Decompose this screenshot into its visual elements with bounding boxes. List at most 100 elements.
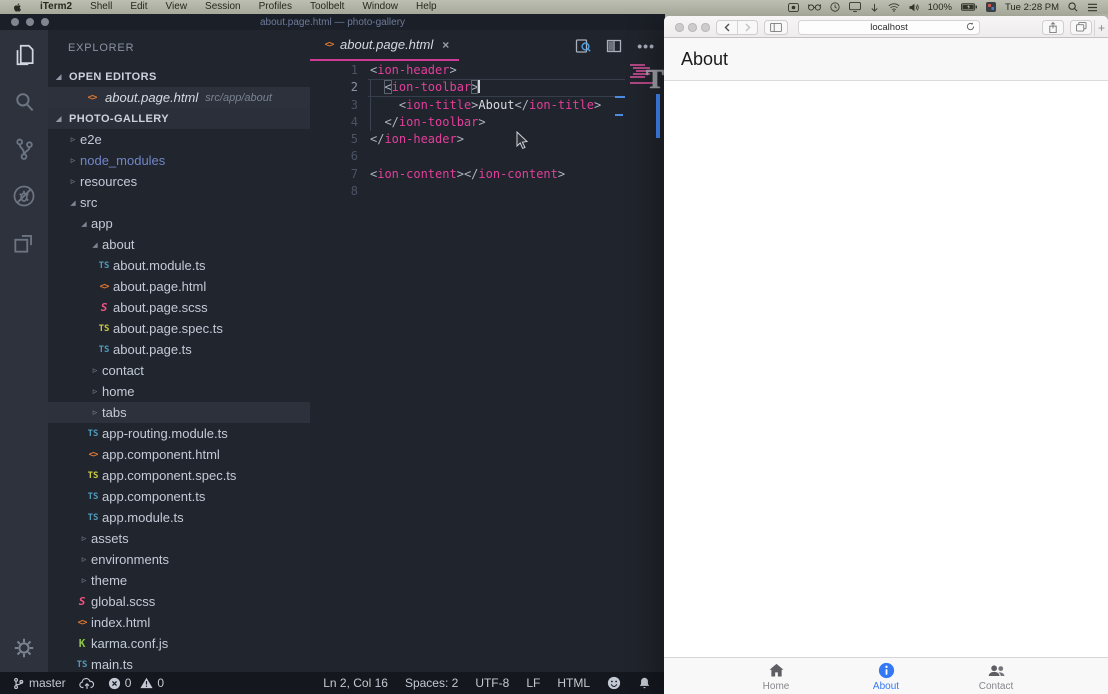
keyboard-brightness-icon[interactable] — [870, 3, 879, 12]
back-button[interactable] — [717, 21, 737, 34]
tree-item-theme[interactable]: ▹theme — [48, 570, 310, 591]
menu-item-help[interactable]: Help — [407, 0, 446, 14]
close-window-button[interactable] — [675, 23, 684, 32]
file-encoding[interactable]: UTF-8 — [475, 676, 509, 690]
zoom-window-button[interactable] — [701, 23, 710, 32]
ionic-tab-home[interactable]: Home — [721, 658, 831, 694]
tree-item-resources[interactable]: ▹resources — [48, 171, 310, 192]
menu-item-shell[interactable]: Shell — [81, 0, 121, 14]
screen-record-icon[interactable] — [788, 3, 799, 12]
tree-item-karma.conf.js[interactable]: Kkarma.conf.js — [48, 633, 310, 654]
menu-item-window[interactable]: Window — [353, 0, 407, 14]
chevron-collapsed-icon: ▹ — [79, 554, 89, 565]
spotlight-icon[interactable] — [1068, 2, 1078, 12]
extensions-icon[interactable] — [11, 230, 37, 256]
tree-item-about.page.html[interactable]: <>about.page.html — [48, 276, 310, 297]
open-editors-header[interactable]: ◢ OPEN EDITORS — [48, 66, 310, 87]
project-header[interactable]: ◢ PHOTO-GALLERY — [48, 108, 310, 129]
indentation-setting[interactable]: Spaces: 2 — [405, 676, 458, 690]
tree-item-app[interactable]: ◢app — [48, 213, 310, 234]
code-line-1[interactable]: 1<ion-header> — [310, 62, 665, 79]
menu-item-profiles[interactable]: Profiles — [250, 0, 301, 14]
more-actions-icon[interactable]: ••• — [637, 38, 655, 54]
tree-item-src[interactable]: ◢src — [48, 192, 310, 213]
split-editor-icon[interactable] — [606, 38, 622, 54]
menu-item-edit[interactable]: Edit — [121, 0, 156, 14]
minimize-window-button[interactable] — [26, 18, 34, 26]
tree-item-home[interactable]: ▹home — [48, 381, 310, 402]
tree-item-about.page.ts[interactable]: TSabout.page.ts — [48, 339, 310, 360]
tree-item-contact[interactable]: ▹contact — [48, 360, 310, 381]
sidebar-toggle-button[interactable] — [764, 20, 788, 35]
publish-changes-icon[interactable] — [79, 677, 95, 690]
tree-item-about.page.spec.ts[interactable]: TSabout.page.spec.ts — [48, 318, 310, 339]
menu-item-toolbelt[interactable]: Toolbelt — [301, 0, 353, 14]
menu-item-app[interactable]: iTerm2 — [31, 0, 81, 14]
wifi-icon[interactable] — [888, 3, 900, 12]
tree-item-global.scss[interactable]: Sglobal.scss — [48, 591, 310, 612]
minimize-window-button[interactable] — [688, 23, 697, 32]
tree-item-e2e[interactable]: ▹e2e — [48, 129, 310, 150]
settings-gear-icon[interactable] — [12, 636, 36, 660]
vscode-title-bar[interactable]: about.page.html — photo-gallery — [0, 14, 665, 30]
tree-item-about[interactable]: ◢about — [48, 234, 310, 255]
menu-bar-clock[interactable]: Tue 2:28 PM — [1005, 2, 1059, 13]
feedback-smiley-icon[interactable] — [607, 676, 621, 690]
code-line-4[interactable]: 4 </ion-toolbar> — [310, 114, 665, 131]
close-tab-icon[interactable]: × — [442, 38, 449, 52]
volume-icon[interactable] — [909, 3, 919, 12]
tree-item-tabs[interactable]: ▹tabs — [48, 402, 310, 423]
forward-button[interactable] — [737, 21, 757, 34]
menu-item-session[interactable]: Session — [196, 0, 250, 14]
open-preview-icon[interactable] — [575, 38, 591, 54]
tree-item-index.html[interactable]: <>index.html — [48, 612, 310, 633]
notification-center-icon[interactable] — [1087, 3, 1098, 12]
tree-item-app.component.html[interactable]: <>app.component.html — [48, 444, 310, 465]
tree-item-about.page.scss[interactable]: Sabout.page.scss — [48, 297, 310, 318]
menu-item-view[interactable]: View — [157, 0, 197, 14]
debug-icon[interactable] — [11, 183, 37, 209]
tree-item-app-routing.module.ts[interactable]: TSapp-routing.module.ts — [48, 423, 310, 444]
code-line-6[interactable]: 6 — [310, 148, 665, 165]
zoom-window-button[interactable] — [41, 18, 49, 26]
cursor-position[interactable]: Ln 2, Col 16 — [323, 676, 388, 690]
ionic-tab-contact[interactable]: Contact — [941, 658, 1051, 694]
eol-setting[interactable]: LF — [526, 676, 540, 690]
code-line-3[interactable]: 3 <ion-title>About</ion-title> — [310, 97, 665, 114]
open-editor-item[interactable]: <> about.page.html src/app/about — [48, 87, 310, 108]
code-line-2[interactable]: 2 <ion-toolbar> — [310, 79, 665, 96]
notifications-bell-icon[interactable] — [638, 676, 651, 690]
display-icon[interactable] — [849, 2, 861, 12]
glasses-icon[interactable] — [808, 3, 821, 11]
language-mode[interactable]: HTML — [557, 676, 590, 690]
tree-item-app.module.ts[interactable]: TSapp.module.ts — [48, 507, 310, 528]
ionic-tab-about[interactable]: About — [831, 658, 941, 694]
reload-icon[interactable] — [966, 22, 975, 31]
tree-item-app.component.spec.ts[interactable]: TSapp.component.spec.ts — [48, 465, 310, 486]
code-line-5[interactable]: 5</ion-header> — [310, 131, 665, 148]
address-bar[interactable]: localhost — [798, 20, 980, 35]
share-button[interactable] — [1042, 20, 1064, 35]
code-line-7[interactable]: 7<ion-content></ion-content> — [310, 166, 665, 183]
time-machine-icon[interactable] — [830, 2, 840, 12]
tree-item-main.ts[interactable]: TSmain.ts — [48, 654, 310, 672]
tab-overview-button[interactable] — [1070, 20, 1092, 35]
tree-item-app.component.ts[interactable]: TSapp.component.ts — [48, 486, 310, 507]
problems-status[interactable]: 0 0 — [108, 676, 164, 690]
close-window-button[interactable] — [11, 18, 19, 26]
source-control-icon[interactable] — [11, 136, 37, 162]
tree-item-about.module.ts[interactable]: TSabout.module.ts — [48, 255, 310, 276]
explorer-icon[interactable] — [11, 42, 37, 68]
tree-item-assets[interactable]: ▹assets — [48, 528, 310, 549]
code-editor[interactable]: 1<ion-header>2 <ion-toolbar>3 <ion-title… — [310, 61, 665, 200]
input-source-icon[interactable] — [986, 2, 996, 12]
new-tab-button[interactable]: + — [1094, 20, 1108, 36]
tree-item-environments[interactable]: ▹environments — [48, 549, 310, 570]
battery-icon[interactable] — [961, 3, 977, 11]
tree-item-node_modules[interactable]: ▹node_modules — [48, 150, 310, 171]
editor-tab-about-page-html[interactable]: <> about.page.html × — [310, 30, 459, 61]
apple-menu-icon[interactable] — [12, 2, 23, 13]
code-line-8[interactable]: 8 — [310, 183, 665, 200]
search-icon[interactable] — [11, 89, 37, 115]
git-branch-status[interactable]: master — [12, 676, 66, 690]
